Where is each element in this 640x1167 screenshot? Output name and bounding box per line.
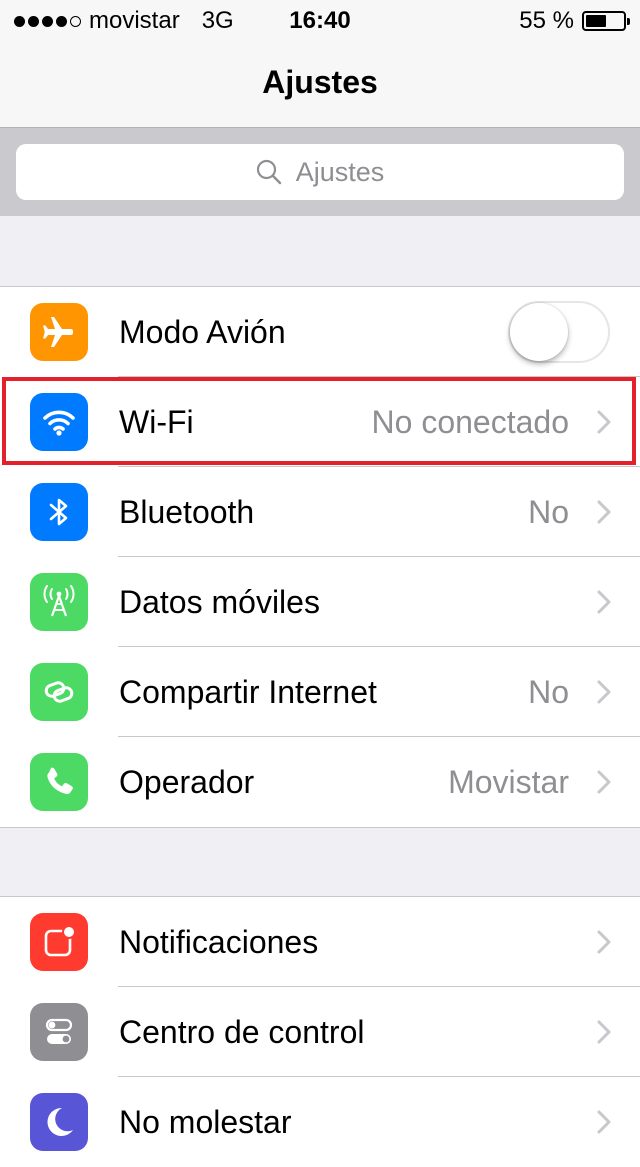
chevron-right-icon	[597, 500, 611, 524]
moon-icon	[30, 1093, 88, 1151]
bluetooth-icon	[30, 483, 88, 541]
row-personal-hotspot[interactable]: Compartir Internet No	[0, 647, 640, 737]
row-value: Movistar	[448, 764, 569, 800]
settings-group-system: Notificaciones Centro de control No mole…	[0, 896, 640, 1167]
chevron-right-icon	[597, 1110, 611, 1134]
battery-percentage: 55 %	[519, 7, 574, 34]
airplane-mode-toggle[interactable]	[508, 301, 610, 363]
row-label: Operador	[119, 764, 255, 800]
row-value: No	[528, 674, 569, 710]
status-right: 55 %	[519, 6, 630, 36]
search-placeholder: Ajustes	[295, 156, 385, 187]
row-wifi[interactable]: Wi-Fi No conectado	[0, 377, 640, 467]
row-bluetooth[interactable]: Bluetooth No	[0, 467, 640, 557]
row-value: No conectado	[371, 404, 569, 440]
chevron-right-icon	[597, 410, 611, 434]
search-input[interactable]: Ajustes	[16, 144, 624, 200]
settings-group-connectivity: Modo Avión Wi-Fi No conectado Bluetooth …	[0, 286, 640, 828]
row-do-not-disturb[interactable]: No molestar	[0, 1077, 640, 1167]
row-notifications[interactable]: Notificaciones	[0, 897, 640, 987]
row-airplane-mode: Modo Avión	[0, 287, 640, 377]
row-label: Centro de control	[119, 1014, 365, 1050]
toggle-knob	[510, 303, 568, 361]
search-area: Ajustes	[0, 128, 640, 216]
chevron-right-icon	[597, 770, 611, 794]
notifications-icon	[30, 913, 88, 971]
chevron-right-icon	[597, 930, 611, 954]
navigation-bar: Ajustes	[0, 40, 640, 128]
row-label: Datos móviles	[119, 584, 320, 620]
status-bar: movistar 3G 16:40 55 %	[0, 0, 640, 40]
row-mobile-data[interactable]: Datos móviles	[0, 557, 640, 647]
chevron-right-icon	[597, 680, 611, 704]
phone-icon	[30, 753, 88, 811]
control-center-icon	[30, 1003, 88, 1061]
row-label: Wi-Fi	[119, 404, 194, 440]
row-label: Bluetooth	[119, 494, 255, 530]
search-icon	[256, 159, 281, 185]
row-label: Notificaciones	[119, 924, 319, 960]
row-value: No	[528, 494, 569, 530]
row-label: No molestar	[119, 1104, 292, 1140]
chevron-right-icon	[597, 1020, 611, 1044]
antenna-icon	[30, 573, 88, 631]
airplane-icon	[30, 303, 88, 361]
battery-icon	[582, 11, 630, 31]
row-label: Modo Avión	[119, 314, 286, 350]
wifi-icon	[30, 393, 88, 451]
link-icon	[30, 663, 88, 721]
row-label: Compartir Internet	[119, 674, 377, 710]
row-control-center[interactable]: Centro de control	[0, 987, 640, 1077]
chevron-right-icon	[597, 590, 611, 614]
page-title: Ajustes	[262, 64, 378, 100]
row-carrier[interactable]: Operador Movistar	[0, 737, 640, 827]
